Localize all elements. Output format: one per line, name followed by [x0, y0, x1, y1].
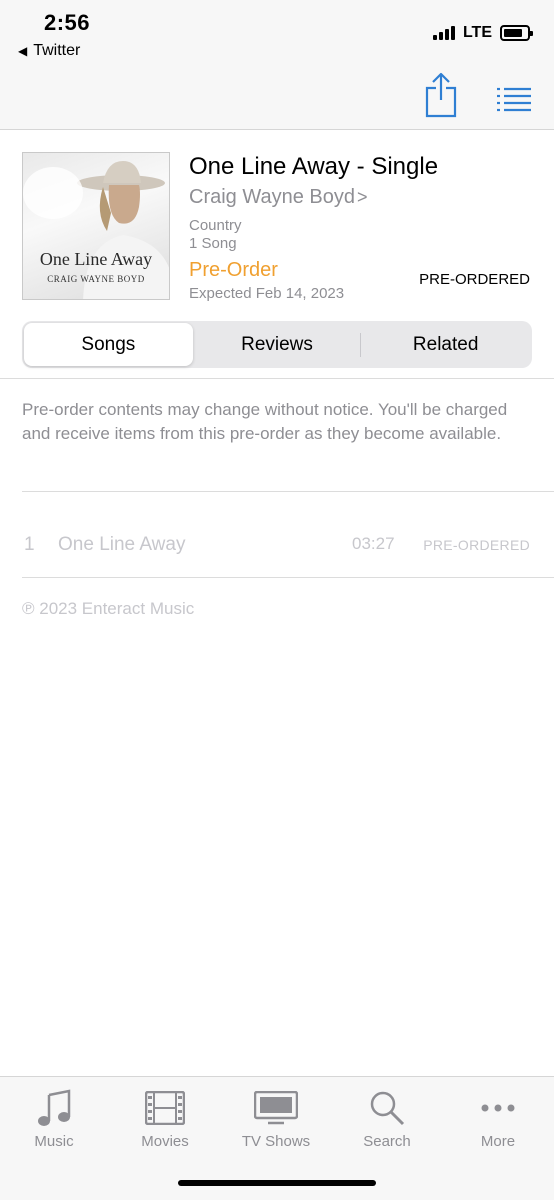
status-bar: 2:56 ◀ Twitter LTE — [0, 0, 554, 64]
divider — [0, 378, 554, 379]
tab-more[interactable]: More — [448, 1085, 548, 1150]
copyright-text: ℗ 2023 Enteract Music — [22, 599, 195, 618]
tab-reviews[interactable]: Reviews — [193, 323, 362, 366]
share-icon — [425, 72, 457, 118]
divider — [22, 491, 554, 492]
segment-divider — [360, 333, 361, 357]
clock: 2:56 — [44, 10, 91, 35]
tv-icon — [254, 1091, 298, 1125]
list-icon — [497, 87, 531, 112]
back-to-app-button[interactable]: ◀ Twitter — [18, 42, 80, 60]
track-title: One Line Away — [58, 534, 186, 555]
network-type: LTE — [462, 24, 492, 41]
artist-name: Craig Wayne Boyd — [189, 186, 355, 208]
film-icon — [145, 1091, 185, 1125]
music-note-icon — [38, 1089, 71, 1126]
artwork-artist-text: CRAIG WAYNE BOYD — [47, 274, 145, 284]
album-title: One Line Away - Single — [189, 153, 439, 180]
search-icon — [370, 1091, 405, 1126]
preorder-label: Pre-Order — [189, 259, 278, 281]
up-next-list-button[interactable] — [496, 86, 532, 112]
share-button[interactable] — [424, 70, 458, 118]
album-artwork[interactable]: One Line Away CRAIG WAYNE BOYD — [22, 152, 170, 300]
tab-label: Music — [34, 1133, 74, 1150]
track-number: 1 — [24, 534, 35, 555]
track-duration: 03:27 — [352, 534, 395, 553]
tab-label: More — [480, 1133, 516, 1150]
preordered-status-badge: PRE-ORDERED — [419, 271, 530, 288]
artwork-title-text: One Line Away — [39, 249, 153, 269]
expected-release-date: Expected Feb 14, 2023 — [189, 285, 345, 302]
back-app-label: Twitter — [33, 42, 81, 59]
chevron-right-icon: > — [357, 187, 368, 207]
tab-movies[interactable]: Movies — [115, 1085, 215, 1150]
navigation-bar — [0, 64, 554, 130]
tab-label: Search — [363, 1133, 411, 1150]
track-row[interactable]: 1 One Line Away 03:27 PRE-ORDERED — [0, 522, 554, 568]
status-indicators: LTE — [432, 24, 533, 42]
more-icon — [481, 1104, 515, 1112]
segmented-control: Songs Reviews Related — [22, 321, 532, 368]
battery-icon — [500, 25, 533, 41]
track-status: PRE-ORDERED — [423, 537, 530, 553]
tab-music[interactable]: Music — [4, 1085, 104, 1150]
home-indicator[interactable] — [178, 1180, 376, 1186]
tab-tv-shows[interactable]: TV Shows — [226, 1085, 326, 1150]
tab-songs[interactable]: Songs — [24, 323, 193, 366]
genre-label: Country — [189, 217, 242, 234]
album-header: One Line Away CRAIG WAYNE BOYD One Line … — [0, 131, 554, 321]
artist-link[interactable]: Craig Wayne Boyd > — [189, 186, 368, 209]
tab-related[interactable]: Related — [361, 323, 530, 366]
cellular-signal-icon — [432, 26, 455, 40]
back-triangle-icon: ◀ — [18, 44, 28, 58]
tab-label: TV Shows — [241, 1133, 311, 1150]
song-count: 1 Song — [189, 235, 237, 252]
preorder-notice: Pre-order contents may change without no… — [22, 400, 508, 443]
tab-label: Movies — [141, 1133, 189, 1150]
tab-search[interactable]: Search — [337, 1085, 437, 1150]
divider — [22, 577, 554, 578]
